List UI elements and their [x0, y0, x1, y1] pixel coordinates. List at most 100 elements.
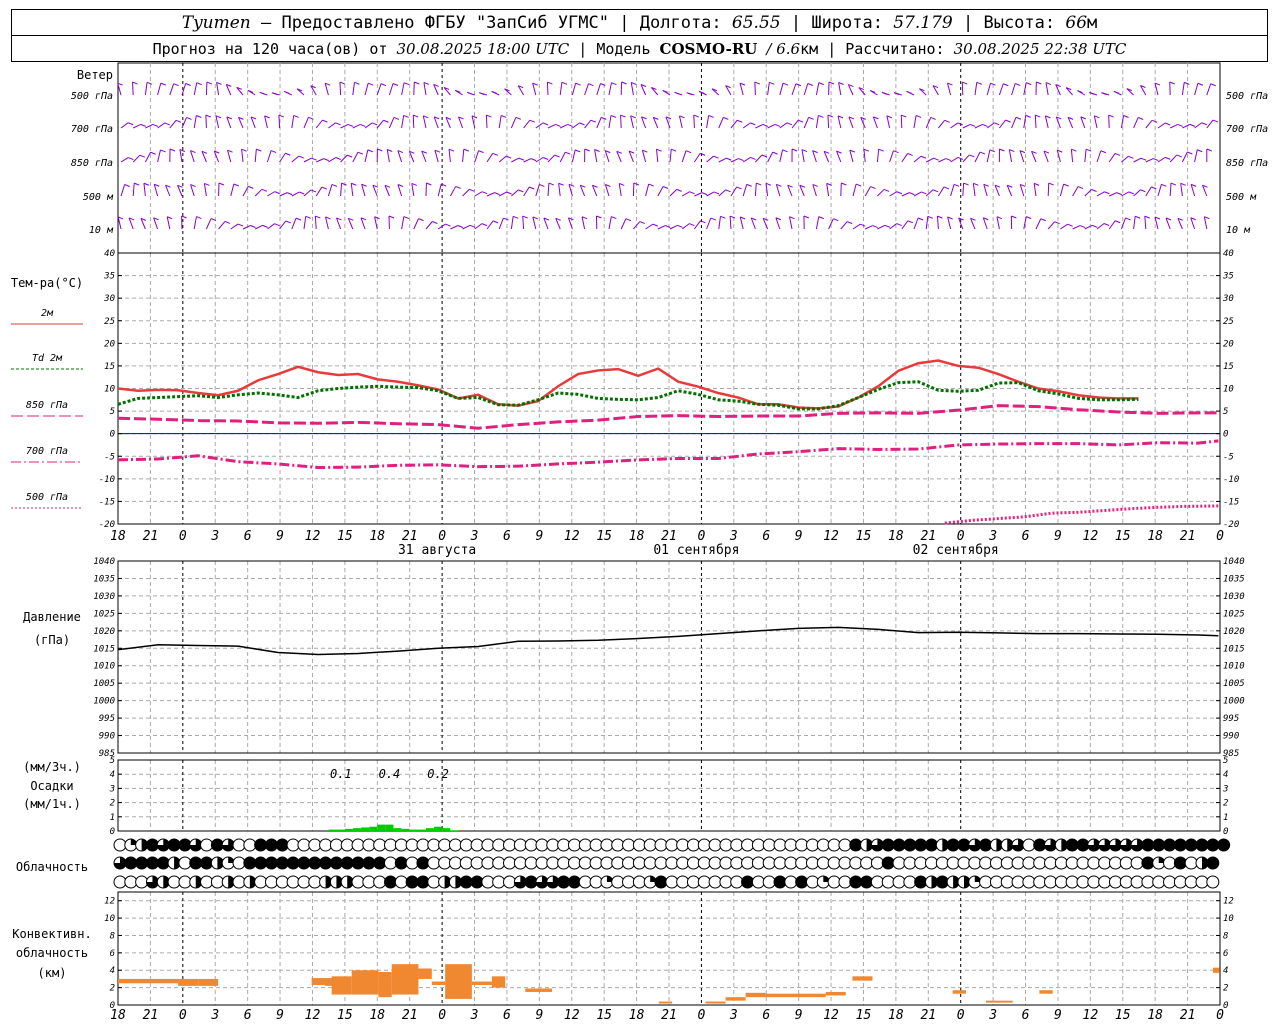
- wind-barb: [807, 83, 813, 86]
- precip-total-label: 0.1: [330, 767, 352, 781]
- wind-barb: [837, 115, 842, 129]
- cloud-symbol: [1108, 875, 1122, 889]
- time-tick-label: 15: [856, 529, 872, 544]
- wind-barb: [970, 123, 976, 127]
- wind-barb: [1104, 191, 1110, 195]
- pressure-tick-label: 1000: [93, 697, 115, 707]
- pressure-axis-unit: (гПа): [34, 633, 70, 647]
- wind-barb: [917, 217, 924, 221]
- cloud-symbol: [210, 875, 224, 889]
- wind-barb: [803, 215, 810, 219]
- wind-barb: [1108, 220, 1116, 230]
- cloud-symbol: [189, 856, 203, 870]
- wind-barb: [706, 217, 712, 230]
- wind-barb: [815, 216, 820, 230]
- wind-barb: [1133, 189, 1141, 197]
- conv-cell: [765, 993, 826, 998]
- cloud-symbol: [1173, 838, 1187, 852]
- wind-barb: [241, 149, 244, 163]
- cloud-symbol: [492, 856, 506, 870]
- precip-tick-label: 3: [1222, 784, 1228, 794]
- precip-bar: [425, 828, 434, 831]
- wind-barb: [291, 217, 297, 230]
- cloud-symbol: [362, 875, 376, 889]
- wind-barb: [1071, 148, 1077, 152]
- wind-barb: [120, 157, 129, 163]
- temp-tick-label: 15: [1223, 362, 1234, 372]
- wind-barb: [969, 154, 975, 158]
- cloud-symbol: [578, 856, 592, 870]
- wind-barb: [1003, 83, 1009, 87]
- cloud-symbol: [1033, 875, 1047, 889]
- wind-barb: [474, 191, 483, 197]
- precip-total-label: 0.4: [379, 767, 401, 781]
- time-tick-label: 15: [596, 1008, 612, 1023]
- wind-barb: [1151, 186, 1157, 190]
- time-tick-label: 6: [503, 529, 511, 544]
- temp-tick-label: -5: [104, 452, 115, 462]
- wind-barb: [1187, 151, 1193, 155]
- wind-barb: [278, 114, 285, 118]
- wind-barb: [901, 220, 909, 230]
- wind-barb: [594, 149, 598, 163]
- cloud-symbol: [1195, 875, 1209, 889]
- wind-barb: [982, 123, 988, 127]
- wind-barb: [963, 182, 969, 186]
- cloud-symbol: [243, 838, 257, 852]
- cloud-symbol: [1011, 856, 1025, 870]
- cloud-symbol: [1163, 856, 1177, 870]
- cloud-symbol: [622, 838, 636, 852]
- time-tick-label: 21: [1180, 529, 1196, 544]
- wind-barb: [364, 122, 373, 129]
- cloud-symbol: [373, 875, 387, 889]
- cloud-symbol: [113, 838, 127, 852]
- wind-barb: [701, 192, 708, 196]
- cloud-symbol: [925, 838, 938, 852]
- pressure-tick-label: 1005: [1223, 679, 1245, 689]
- cloud-symbol: [513, 838, 527, 852]
- wind-barb: [611, 216, 617, 220]
- cloud-symbol: [632, 856, 646, 870]
- cloud-symbol: [167, 875, 181, 889]
- wind-barb: [218, 182, 225, 186]
- cloud-symbol: [362, 838, 376, 852]
- wind-barb: [469, 188, 475, 192]
- cloud-symbol: [827, 856, 841, 870]
- cloud-symbol: [935, 856, 949, 870]
- cloud-symbol: [654, 856, 668, 870]
- wind-barb: [1180, 183, 1183, 197]
- wind-barb: [681, 223, 690, 230]
- wind-barb: [224, 220, 231, 224]
- wind-barb: [547, 123, 556, 129]
- cloud-symbol: [200, 838, 214, 852]
- wind-barb: [315, 158, 324, 163]
- cloud-symbol: [903, 856, 917, 870]
- cloud-symbol: [459, 875, 473, 889]
- wind-barb: [1034, 115, 1037, 129]
- precip-tick-label: 5: [110, 756, 115, 766]
- day-label: 01 сентября: [653, 543, 739, 558]
- cloud-symbol: [254, 875, 268, 889]
- wind-barb: [1153, 158, 1159, 162]
- wind-barb: [913, 155, 922, 163]
- conv-cell: [1212, 967, 1220, 973]
- time-tick-label: 12: [564, 529, 580, 544]
- wind-barb: [896, 223, 902, 227]
- cloud-symbol: [481, 875, 495, 889]
- wind-barb: [1144, 216, 1147, 230]
- wind-barb: [736, 186, 742, 190]
- wind-barb: [774, 123, 781, 127]
- cloud-symbol: [1098, 856, 1112, 870]
- cloud-symbol: [297, 875, 311, 889]
- wind-barb: [367, 149, 374, 153]
- wind-barb: [558, 183, 561, 197]
- wind-barb: [1114, 152, 1121, 156]
- precip-tick-label: 4: [1223, 770, 1228, 780]
- cloud-symbol: [816, 838, 830, 852]
- wind-barb: [511, 157, 520, 163]
- wind-barb: [730, 158, 739, 163]
- wind-barb: [708, 114, 714, 118]
- wind-barb: [1197, 149, 1203, 153]
- cloud-symbol: [1195, 838, 1209, 852]
- cloud-symbol: [178, 856, 192, 870]
